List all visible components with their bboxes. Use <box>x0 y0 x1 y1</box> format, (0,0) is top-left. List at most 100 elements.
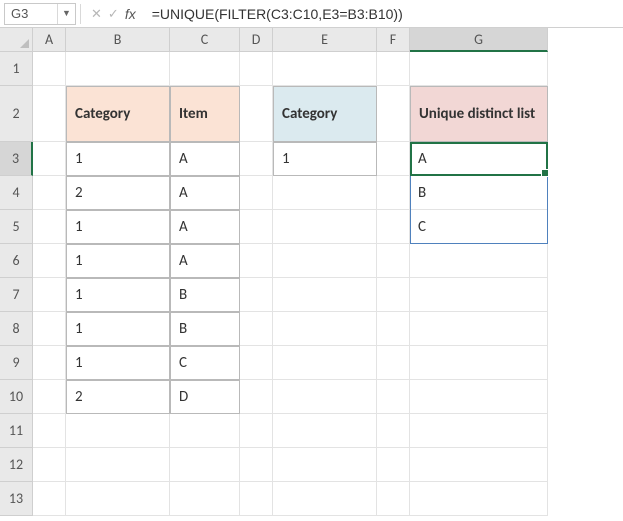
cell[interactable] <box>240 244 273 278</box>
table-cell[interactable]: A <box>170 176 240 210</box>
column-header[interactable]: E <box>273 28 377 52</box>
cancel-icon[interactable]: ✕ <box>91 6 102 22</box>
cell[interactable] <box>66 414 170 448</box>
cell[interactable] <box>377 278 410 312</box>
result-cell[interactable]: A <box>410 142 548 176</box>
column-header[interactable]: G <box>410 28 548 52</box>
cell[interactable] <box>410 52 548 86</box>
cell[interactable] <box>66 52 170 86</box>
cell[interactable] <box>240 380 273 414</box>
cell[interactable] <box>273 52 377 86</box>
cell[interactable] <box>33 312 66 346</box>
cell[interactable] <box>410 380 548 414</box>
cell[interactable] <box>410 312 548 346</box>
table1-header-item[interactable]: Item <box>170 86 240 142</box>
column-header[interactable]: F <box>377 28 410 52</box>
cell[interactable] <box>240 86 273 142</box>
cell[interactable] <box>33 142 66 176</box>
cell[interactable] <box>240 52 273 86</box>
cell[interactable] <box>377 312 410 346</box>
cell[interactable] <box>410 414 548 448</box>
table-cell[interactable]: C <box>170 346 240 380</box>
cell[interactable] <box>33 86 66 142</box>
cell[interactable] <box>377 210 410 244</box>
row-header[interactable]: 10 <box>0 380 33 414</box>
row-header[interactable]: 4 <box>0 176 33 210</box>
cell[interactable] <box>410 278 548 312</box>
cell[interactable] <box>33 210 66 244</box>
confirm-icon[interactable]: ✓ <box>108 6 119 22</box>
cell[interactable] <box>240 448 273 482</box>
cell[interactable] <box>377 86 410 142</box>
table-cell[interactable]: 1 <box>66 210 170 244</box>
table-cell[interactable]: A <box>170 244 240 278</box>
cell[interactable] <box>410 244 548 278</box>
cell[interactable] <box>240 346 273 380</box>
cell[interactable] <box>170 482 240 516</box>
cell[interactable] <box>240 176 273 210</box>
table-cell[interactable]: B <box>170 312 240 346</box>
cell[interactable] <box>377 346 410 380</box>
cell[interactable] <box>377 52 410 86</box>
row-header[interactable]: 2 <box>0 86 33 142</box>
row-header[interactable]: 11 <box>0 414 33 448</box>
cell[interactable] <box>33 380 66 414</box>
cell[interactable] <box>170 52 240 86</box>
cell[interactable] <box>33 414 66 448</box>
cell[interactable] <box>377 244 410 278</box>
fx-icon[interactable]: fx <box>125 6 136 22</box>
cell[interactable] <box>170 414 240 448</box>
cell[interactable] <box>273 278 377 312</box>
result-cell[interactable]: B <box>410 176 548 210</box>
cell[interactable] <box>377 482 410 516</box>
cell[interactable] <box>33 278 66 312</box>
table-cell[interactable]: A <box>170 210 240 244</box>
table1-header-category[interactable]: Category <box>66 86 170 142</box>
cell[interactable] <box>377 448 410 482</box>
result-header[interactable]: Unique distinct list <box>410 86 548 142</box>
cell[interactable] <box>273 244 377 278</box>
cell[interactable] <box>33 244 66 278</box>
result-cell[interactable]: C <box>410 210 548 244</box>
row-header[interactable]: 13 <box>0 482 33 516</box>
cell[interactable] <box>240 210 273 244</box>
cell[interactable] <box>240 312 273 346</box>
cell[interactable] <box>377 414 410 448</box>
row-header[interactable]: 3 <box>0 142 33 176</box>
cell[interactable] <box>240 278 273 312</box>
name-box[interactable]: ▼ <box>4 3 76 25</box>
formula-input[interactable] <box>146 6 619 22</box>
row-header[interactable]: 8 <box>0 312 33 346</box>
cell[interactable] <box>410 482 548 516</box>
table-cell[interactable]: 2 <box>66 380 170 414</box>
table-cell[interactable]: B <box>170 278 240 312</box>
row-header[interactable]: 7 <box>0 278 33 312</box>
row-header[interactable]: 12 <box>0 448 33 482</box>
row-header[interactable]: 5 <box>0 210 33 244</box>
cell[interactable] <box>33 52 66 86</box>
cell[interactable] <box>273 414 377 448</box>
row-header[interactable]: 6 <box>0 244 33 278</box>
cell[interactable] <box>273 346 377 380</box>
table-cell[interactable]: 1 <box>66 312 170 346</box>
name-box-input[interactable] <box>5 6 57 21</box>
table-cell[interactable]: 1 <box>66 142 170 176</box>
table-cell[interactable]: A <box>170 142 240 176</box>
table-cell[interactable]: D <box>170 380 240 414</box>
cell[interactable] <box>33 176 66 210</box>
table-cell[interactable]: 1 <box>66 244 170 278</box>
cell[interactable] <box>33 448 66 482</box>
cell[interactable] <box>273 448 377 482</box>
filter-header[interactable]: Category <box>273 86 377 142</box>
table-cell[interactable]: 1 <box>66 278 170 312</box>
cell[interactable] <box>377 380 410 414</box>
cell[interactable] <box>377 142 410 176</box>
cell[interactable] <box>33 346 66 380</box>
cell[interactable] <box>66 448 170 482</box>
select-all-corner[interactable] <box>0 28 33 52</box>
cell[interactable] <box>410 346 548 380</box>
cell[interactable] <box>377 176 410 210</box>
column-header[interactable]: D <box>240 28 273 52</box>
cell[interactable] <box>33 482 66 516</box>
column-header[interactable]: C <box>170 28 240 52</box>
